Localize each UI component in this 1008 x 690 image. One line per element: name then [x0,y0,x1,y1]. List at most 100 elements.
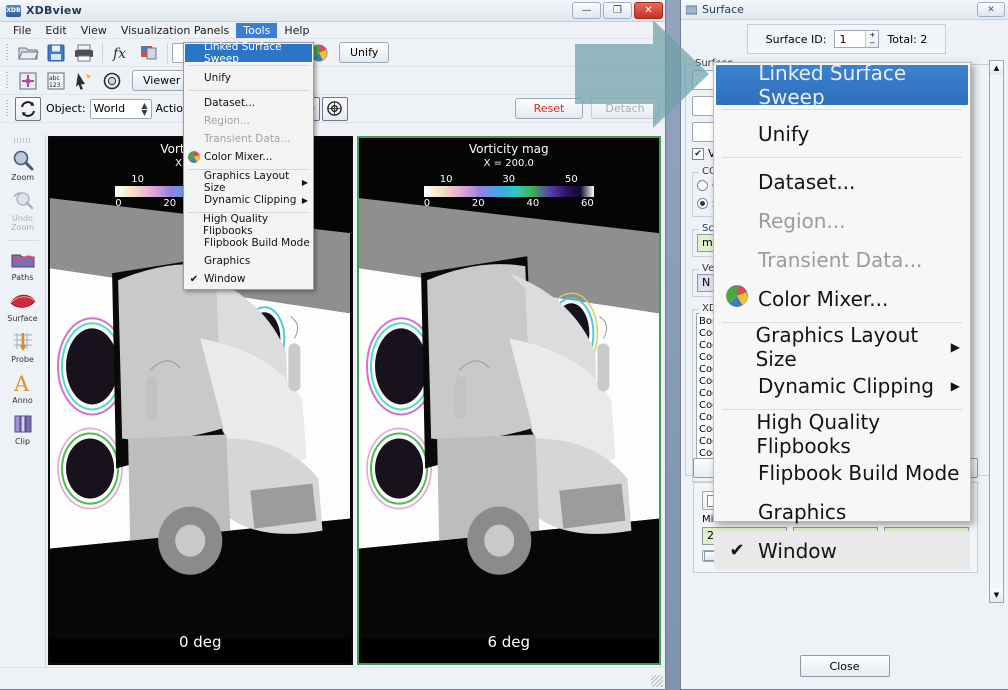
menu-item-graphics-layout-size[interactable]: Graphics Layout Size ▶ [184,170,313,194]
right-colorbar-gradient [423,186,594,197]
print-icon[interactable] [71,41,97,65]
scroll-up-icon[interactable]: ▲ [990,61,1003,75]
surface-dialog-title: Surface [702,3,744,16]
detach-button: Detach [591,98,659,119]
zoom-menu-item-window[interactable]: ✔ Window [714,531,970,570]
menu-item-dynamic-clipping[interactable]: Dynamic Clipping ▶ [184,191,313,209]
surface-dialog-vertical-scrollbar[interactable]: ▲ ▼ [989,60,1004,603]
close-dialog-button[interactable]: Close [799,655,890,677]
menu-item-dataset[interactable]: Dataset... [184,94,313,112]
menu-visualization-panels[interactable]: Visualization Panels [114,23,236,38]
submenu-arrow-icon: ▶ [950,378,960,393]
menu-item-label: Unify [204,72,231,84]
rail-item-zoom[interactable]: Zoom [1,147,45,182]
zoom-menu-item-flipbook-build-mode[interactable]: Flipbook Build Mode [714,453,970,492]
minimize-button[interactable]: — [572,2,601,19]
menu-help[interactable]: Help [277,23,316,38]
surface-dialog-close-icon[interactable]: ✕ [977,2,1005,17]
toolbar-separator-2 [167,42,168,63]
close-button[interactable]: ✕ [634,2,663,19]
rail-label-probe: Probe [11,355,34,364]
spin-icon[interactable] [321,96,348,121]
menu-file[interactable]: File [6,23,38,38]
rail-label-zoom: Zoom [10,173,35,182]
menu-item-label: Dynamic Clipping [204,194,297,206]
surface-radio[interactable] [697,198,708,209]
pick-cursor-icon[interactable] [71,69,97,93]
rail-item-probe[interactable]: Probe [1,329,45,364]
tick: 20 [471,198,485,209]
spinner-arrows-icon[interactable]: + − [865,31,879,47]
tick: 0 [423,198,431,209]
checkmark-icon: ✔ [189,273,199,285]
menu-item-color-mixer[interactable]: Color Mixer... [184,148,313,166]
visible-checkbox[interactable]: ✔ [692,147,704,160]
surface-id-spinner[interactable]: 1 + − [834,30,880,48]
rotate-icon[interactable] [15,96,41,121]
surface-dialog-footer: Close [685,649,1004,683]
toolbar-grip-2[interactable] [5,71,11,90]
unify-button[interactable]: Unify [339,42,390,63]
maximize-button[interactable]: ❐ [603,2,632,19]
object-combo[interactable]: World ▲ ▼ [89,98,152,119]
main-window: XDB XDBview — ❐ ✕ File Edit View Visuali… [0,0,666,690]
tick: 10 [131,174,144,185]
chevron-updown-icon: ▲ ▼ [141,100,148,117]
resize-grip[interactable] [651,675,663,687]
toolbar-grip[interactable] [5,43,11,62]
toolbar-separator [102,42,103,63]
rail-item-clip[interactable]: Clip [1,411,45,446]
object-combo-value: World [93,102,126,115]
rail-grip[interactable] [13,138,32,143]
tool-rail: Zoom Undo Zoom Paths Surface Probe A Ann… [0,134,46,667]
zoom-menu-item-color-mixer[interactable]: Color Mixer... [714,279,970,318]
menu-tools[interactable]: Tools [236,22,278,38]
toolbar-grip-3[interactable] [5,99,11,118]
menu-item-unify[interactable]: Unify [184,69,313,87]
left-viewport-footer: 0 deg [178,633,222,651]
right-colorbar-lower-ticks: 0 20 40 60 [424,198,594,209]
magnifier-icon [9,147,37,173]
right-colorbar: 10 30 50 0 20 40 60 [423,174,594,209]
zoom-menu-item-unify[interactable]: Unify [714,114,970,153]
zoom-menu-item-dataset[interactable]: Dataset... [714,162,970,201]
menu-item-graphics[interactable]: Graphics [184,252,313,270]
global-radio[interactable] [697,180,708,191]
surface-id-panel: Surface ID: 1 + − Total: 2 [747,24,946,54]
reset-button[interactable]: Reset [515,98,583,119]
menu-item-label: Flipbook Build Mode [204,237,310,249]
menu-item-label: Graphics [204,255,251,267]
zoom-menu-item-graphics[interactable]: Graphics [714,492,970,531]
open-folder-icon[interactable] [15,41,41,65]
zoom-menu-item-graphics-layout-size[interactable]: Graphics Layout Size ▶ [714,323,970,371]
save-disk-icon[interactable] [43,41,69,65]
right-viewport-title: Vorticity mag [468,142,549,156]
menu-view[interactable]: View [74,23,114,38]
zoom-menu-item-dynamic-clipping[interactable]: Dynamic Clipping ▶ [714,366,970,405]
right-viewport[interactable]: Vorticity mag X = 200.0 10 30 50 0 20 40… [356,136,661,665]
rail-label-surface: Surface [7,314,38,323]
function-fx-icon[interactable]: fx [108,41,134,65]
zoom-menu-item-label: Graphics Layout Size [755,322,919,371]
rail-label-paths: Paths [11,273,34,282]
tick: 50 [565,174,578,185]
rail-item-anno[interactable]: A Anno [1,370,45,405]
rail-item-surface[interactable]: Surface [1,288,45,323]
menu-item-linked-surface-sweep[interactable]: Linked Surface Sweep [185,41,312,65]
zoom-menu-item-transient-data: Transient Data... [714,240,970,279]
move-pan-icon[interactable] [15,69,41,93]
tick: 10 [439,174,453,185]
menu-item-flipbook-build-mode[interactable]: Flipbook Build Mode [184,234,313,252]
menu-edit[interactable]: Edit [38,23,73,38]
sphere-icon[interactable] [99,69,125,93]
object-label: Object: [46,102,86,115]
scroll-down-icon[interactable]: ▼ [990,588,1003,602]
menu-item-window[interactable]: ✔ Window [184,270,313,288]
rail-item-paths[interactable]: Paths [1,247,45,282]
abc-sort-icon[interactable]: abc 123 [43,69,69,93]
menu-item-high-quality-flipbooks[interactable]: High Quality Flipbooks [184,213,313,237]
zoom-menu-item-label: High Quality Flipbooks [756,409,881,458]
zoom-menu-item-high-quality-flipbooks[interactable]: High Quality Flipbooks [714,410,970,458]
image-layers-icon[interactable] [136,41,162,65]
zoom-menu-item-linked-surface-sweep[interactable]: Linked Surface Sweep [716,61,968,109]
